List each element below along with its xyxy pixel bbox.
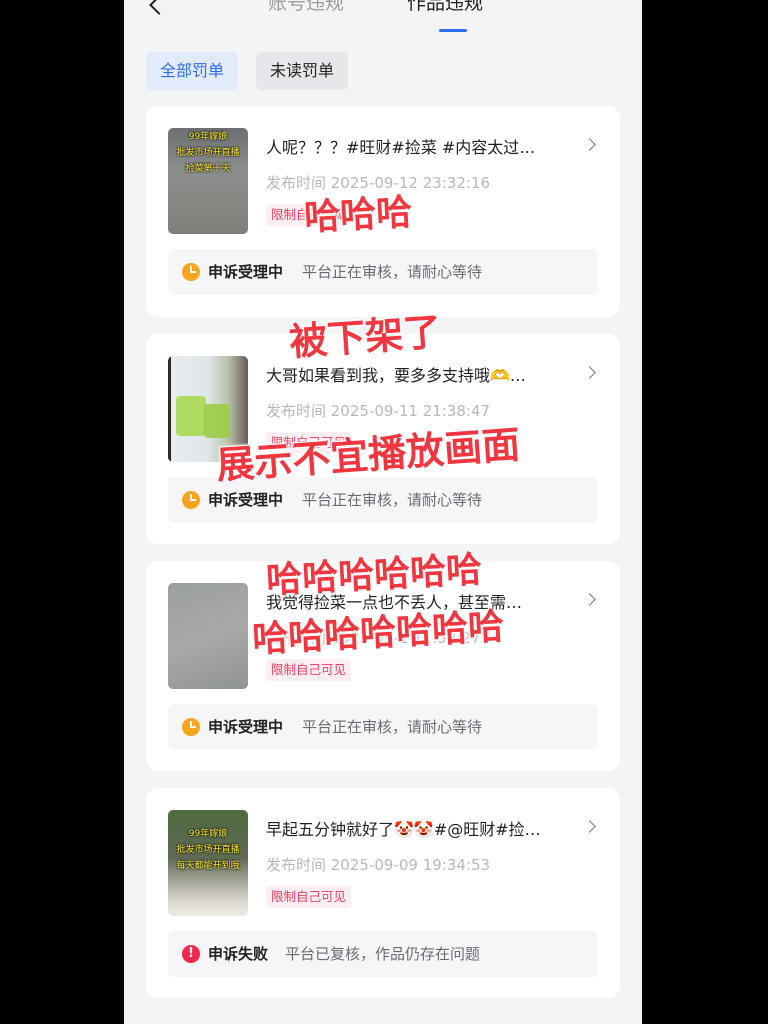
back-arrow-icon[interactable] [146, 0, 170, 24]
chevron-right-icon[interactable] [583, 820, 596, 833]
appeal-status-bar: 申诉受理中 平台正在审核，请耐心等待 [168, 704, 598, 750]
error-icon [182, 945, 200, 963]
appeal-status: 申诉失败 [208, 945, 269, 963]
thumbnail-caption: 批发市场开直播 [176, 148, 240, 158]
phone-screen: 账号违规 作品违规 全部罚单 未读罚单 99年嫁娘 批发市场开直播 捡菜第十天 … [124, 0, 642, 1024]
chevron-right-icon[interactable] [583, 593, 596, 606]
publish-time: 发布时间 2025-09-09 19:34:53 [266, 856, 491, 874]
thumbnail-caption: 99年嫁娘 [188, 829, 228, 839]
appeal-message: 平台正在审核，请耐心等待 [302, 263, 483, 281]
clock-icon [182, 263, 200, 281]
overlay-caption: 被下架了 [287, 309, 443, 365]
video-thumbnail[interactable]: 99年嫁娘 批发市场开直播 每天都能开到哦 [168, 810, 248, 916]
appeal-status-bar: 申诉失败 平台已复核，作品仍存在问题 [168, 931, 598, 977]
top-bar: 账号违规 作品违规 [124, 0, 642, 44]
violation-card[interactable]: 99年嫁娘 批发市场开直播 每天都能开到哦 早起五分钟就好了🤡🤡#@旺财#捡… … [146, 788, 620, 998]
active-tab-indicator [439, 29, 467, 32]
chevron-right-icon[interactable] [583, 366, 596, 379]
filter-all-tickets[interactable]: 全部罚单 [146, 52, 239, 90]
appeal-status: 申诉受理中 [208, 718, 284, 736]
work-title: 人呢？？？#旺财#捡菜 #内容太过… [266, 138, 536, 157]
video-thumbnail[interactable] [168, 583, 248, 689]
chevron-right-icon[interactable] [583, 138, 596, 151]
appeal-message: 平台已复核，作品仍存在问题 [285, 945, 481, 963]
appeal-status: 申诉受理中 [208, 263, 284, 281]
thumbnail-caption: 每天都能开到哦 [176, 861, 240, 871]
appeal-message: 平台正在审核，请耐心等待 [302, 491, 483, 509]
work-title: 早起五分钟就好了🤡🤡#@旺财#捡… [266, 820, 541, 839]
thumbnail-caption: 捡菜第十天 [185, 164, 231, 174]
appeal-status-bar: 申诉受理中 平台正在审核，请耐心等待 [168, 249, 598, 295]
tab-account-violation[interactable]: 账号违规 [268, 0, 344, 15]
clock-icon [182, 718, 200, 736]
restriction-tag: 限制自己可见 [266, 659, 352, 681]
appeal-status: 申诉受理中 [208, 491, 284, 509]
clock-icon [182, 491, 200, 509]
thumbnail-caption: 99年嫁娘 [188, 132, 228, 142]
appeal-message: 平台正在审核，请耐心等待 [302, 718, 483, 736]
restriction-tag: 限制自己可见 [266, 886, 352, 908]
thumbnail-caption: 批发市场开直播 [176, 845, 240, 855]
work-title: 大哥如果看到我，要多多支持哦🫶… [266, 366, 526, 385]
tab-work-violation[interactable]: 作品违规 [407, 0, 483, 15]
overlay-caption: 哈哈哈 [303, 192, 414, 239]
filter-unread-tickets[interactable]: 未读罚单 [256, 52, 349, 90]
video-thumbnail[interactable]: 99年嫁娘 批发市场开直播 捡菜第十天 [168, 128, 248, 234]
